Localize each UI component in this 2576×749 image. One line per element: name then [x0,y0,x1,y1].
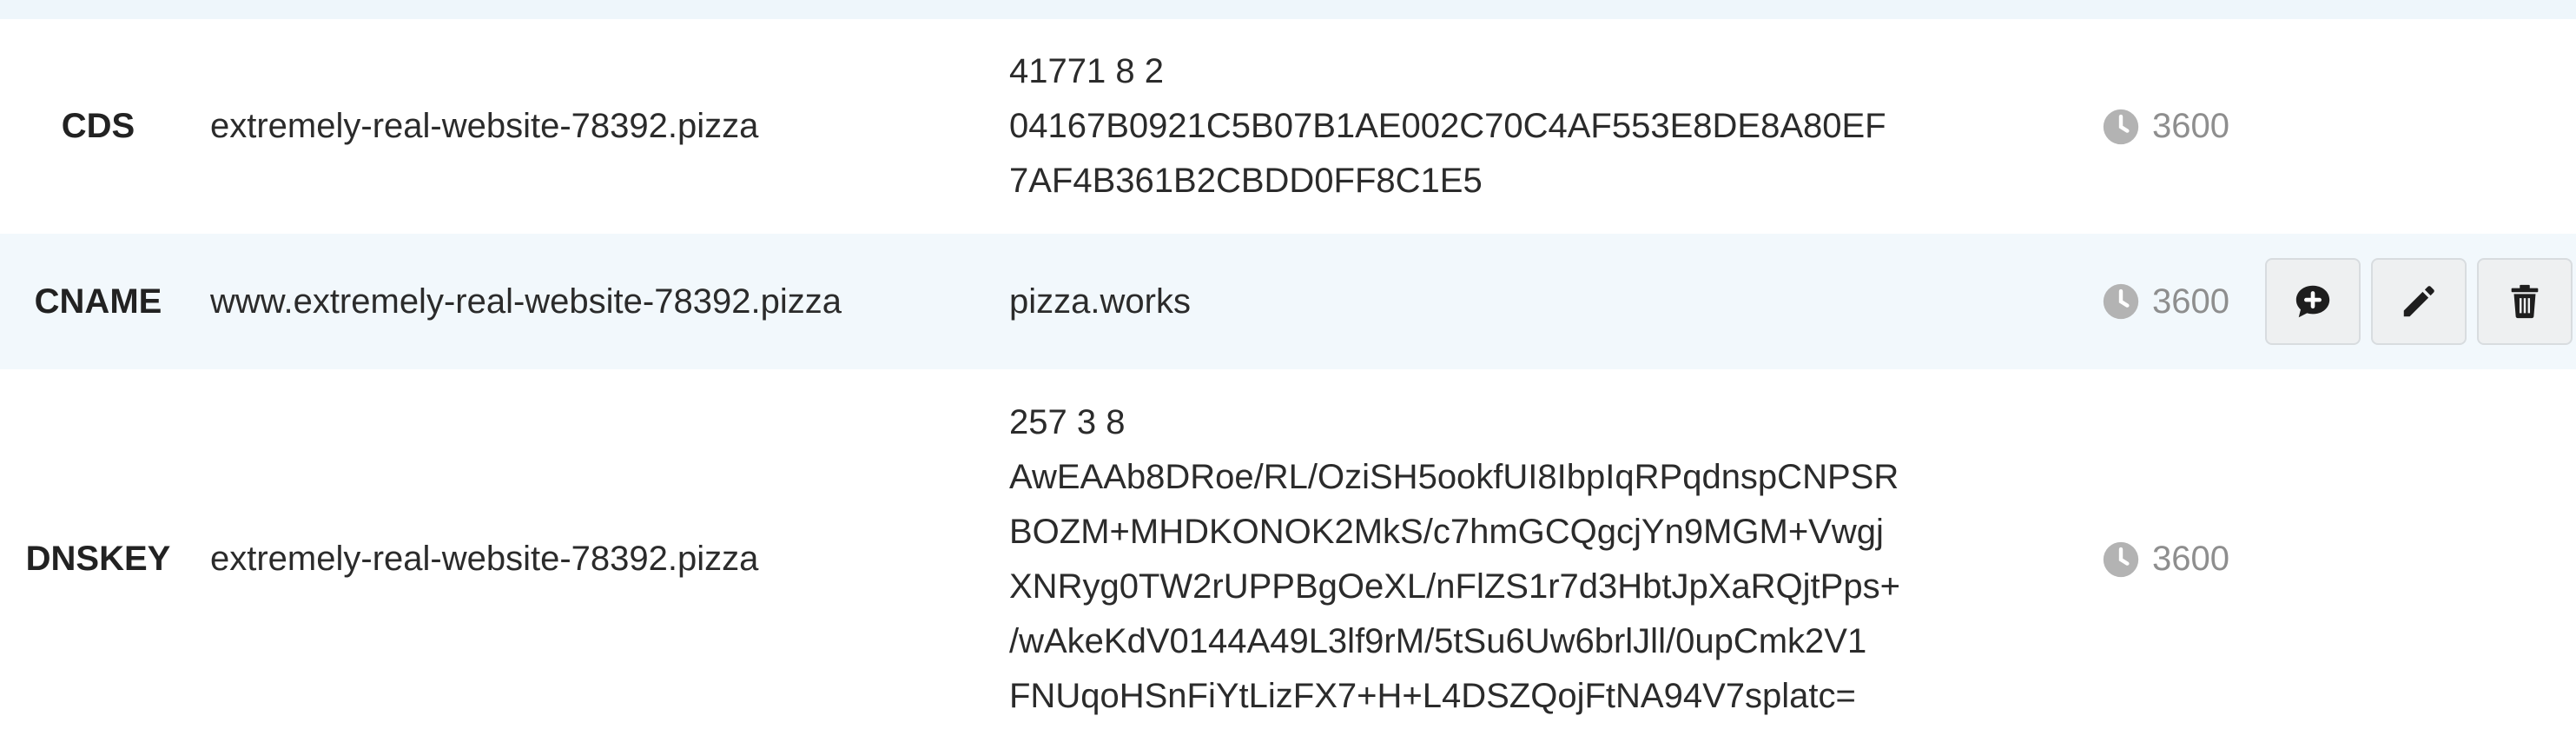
record-content: 41771 8 2 04167B0921C5B07B1AE002C70C4AF5… [1009,44,1886,209]
record-content: 257 3 8 AwEAAb8DRoe/RL/OziSH5ookfUI8IbpI… [1009,395,1900,724]
record-ttl: 3600 [2102,107,2229,146]
content-line: /wAkeKdV0144A49L3lf9rM/5tSu6Uw6brlJll/0u… [1009,621,1867,660]
record-name: www.extremely-real-website-78392.pizza [210,282,842,321]
table-row: DNSKEY extremely-real-website-78392.pizz… [0,369,2576,749]
pencil-icon [2403,286,2434,317]
record-type: CNAME [34,282,162,321]
record-ttl: 3600 [2102,540,2229,579]
table-header-strip [0,0,2576,19]
table-row[interactable]: CNAME www.extremely-real-website-78392.p… [0,234,2576,369]
record-name: extremely-real-website-78392.pizza [210,540,759,578]
content-line: FNUqoHSnFiYtLizFX7+H+L4DSZQojFtNA94V7spl… [1009,676,1856,715]
trash-icon [2511,284,2539,319]
ttl-value: 3600 [2152,282,2229,321]
ttl-value: 3600 [2152,107,2229,145]
edit-button[interactable] [2371,258,2467,345]
clock-icon [2103,283,2139,320]
record-content: pizza.works [1009,275,1191,329]
clock-icon [2103,109,2139,144]
clock-icon [2103,541,2139,577]
comment-plus-icon [2295,285,2330,318]
record-ttl: 3600 [2102,282,2229,321]
content-line: pizza.works [1009,282,1191,321]
content-line: 41771 8 2 [1009,52,1164,90]
content-line: XNRyg0TW2rUPPBgOeXL/nFlZS1r7d3HbtJpXaRQj… [1009,567,1900,606]
delete-button[interactable] [2477,258,2573,345]
record-type: CDS [61,107,135,145]
content-line: 7AF4B361B2CBDD0FF8C1E5 [1009,162,1483,200]
record-name: extremely-real-website-78392.pizza [210,107,759,145]
content-line: BOZM+MHDKONOK2MkS/c7hmGCQgcjYn9MGM+Vwgj [1009,512,1884,551]
dns-records-table: CDS extremely-real-website-78392.pizza 4… [0,19,2576,749]
record-type: DNSKEY [25,540,171,578]
content-line: 04167B0921C5B07B1AE002C70C4AF553E8DE8A80… [1009,107,1886,145]
ttl-value: 3600 [2152,540,2229,578]
add-comment-button[interactable] [2265,258,2361,345]
table-row: CDS extremely-real-website-78392.pizza 4… [0,19,2576,234]
row-actions [2265,258,2573,345]
content-line: AwEAAb8DRoe/RL/OziSH5ookfUI8IbpIqRPqdnsp… [1009,457,1899,496]
content-line: 257 3 8 [1009,402,1126,441]
